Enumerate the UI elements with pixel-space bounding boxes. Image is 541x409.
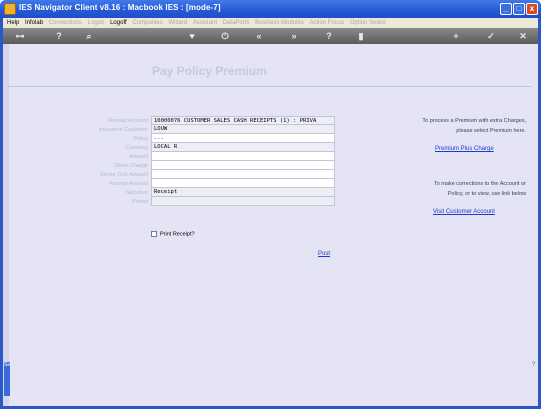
form-fields: 10000076 CUSTOMER SALES CASH RECEIPTS (1…: [151, 116, 335, 206]
menu-help[interactable]: Help: [7, 18, 19, 28]
premium-info-line-2: please select Premium here.: [456, 128, 526, 134]
application-window: IES Navigator Client v8.16 : Macbook IES…: [0, 0, 541, 409]
app-icon: [4, 3, 16, 15]
policy-field[interactable]: ...: [151, 134, 335, 143]
side-panel: [3, 44, 9, 406]
print-receipt-checkbox[interactable]: [151, 231, 157, 237]
close-window-button[interactable]: x: [526, 3, 538, 15]
label-receipt-account: Receipt Account: [108, 118, 148, 124]
content-area: [3, 44, 538, 406]
rewind-icon[interactable]: «: [253, 30, 265, 42]
other-charge-field[interactable]: [151, 161, 335, 170]
menu-connections: Connections: [48, 20, 83, 26]
menu-logon: Logon: [87, 20, 105, 26]
menu-option-select: Option Select: [349, 20, 386, 26]
power-icon[interactable]: ⏻: [219, 30, 231, 42]
menu-wizard: Wizard: [168, 20, 188, 26]
menu-logoff[interactable]: Logoff: [110, 18, 127, 28]
print-receipt-label: Print Receipt?: [160, 231, 195, 238]
receipt-account-field[interactable]: 10000076 CUSTOMER SALES CASH RECEIPTS (1…: [151, 116, 335, 125]
label-other-charge: Other Charge: [114, 163, 148, 169]
premium-plus-charge-link[interactable]: Premium Plus Charge: [435, 146, 494, 152]
menu-companies: Companies: [132, 20, 163, 26]
narrative-field[interactable]: Receipt: [151, 188, 335, 197]
label-policy: Policy: [133, 136, 148, 142]
menu-business-modules: Business Modules: [255, 20, 304, 26]
label-currency: Currency: [125, 145, 148, 151]
menu-assistant: Assistant: [192, 20, 218, 26]
insurance-customer-field[interactable]: LOUW: [151, 125, 335, 134]
field-labels: Receipt Account Insurance Customer Polic…: [60, 117, 148, 207]
search-icon[interactable]: ⌕: [83, 30, 95, 42]
menu-dataports: DataPorts: [222, 20, 250, 26]
label-period: Period: [132, 199, 148, 205]
side-tab-right[interactable]: ?: [532, 362, 535, 368]
close-icon[interactable]: ✕: [517, 30, 529, 42]
divider: [8, 86, 532, 87]
forward-icon[interactable]: »: [288, 30, 300, 42]
add-icon[interactable]: +: [450, 30, 462, 42]
maximize-button[interactable]: □: [513, 3, 525, 15]
help-icon[interactable]: ?: [53, 30, 65, 42]
premium-info-line-1: To process a Premium with extra Charges,: [422, 118, 526, 124]
account-info-line-1: To make corrections to the Account or: [433, 181, 526, 187]
label-insurance-customer: Insurance Customer: [98, 127, 148, 133]
print-receipt-row: Print Receipt?: [151, 231, 195, 237]
menu-bar: Help Infolab Connections Logon Logoff Co…: [3, 18, 538, 28]
page-title: Pay Policy Premium: [152, 64, 267, 78]
account-info-line-2: Policy, or to view, use link below: [447, 191, 526, 197]
visit-customer-account-link[interactable]: Visit Customer Account: [433, 209, 495, 215]
toolbar: ⊶ ? ⌕ ♥ ⏻ « » ? ▮ + ✓ ✕: [3, 28, 538, 44]
account-info: To make corrections to the Account or Po…: [376, 179, 526, 199]
label-senior-amount: Senior Cntr Amount: [100, 172, 148, 178]
key-icon[interactable]: ⊶: [11, 30, 29, 42]
amount-field[interactable]: [151, 152, 335, 161]
window-title: IES Navigator Client v8.16 : Macbook IES…: [19, 3, 221, 12]
receipt-amount-field[interactable]: [151, 179, 335, 188]
menu-action-focus: Action Focus: [309, 20, 345, 26]
title-bar[interactable]: IES Navigator Client v8.16 : Macbook IES…: [0, 0, 541, 18]
heart-icon[interactable]: ♥: [186, 30, 198, 42]
label-amount: Amount: [129, 154, 148, 160]
check-icon[interactable]: ✓: [485, 30, 497, 42]
label-receipt-amount: Receipt Amount: [109, 181, 148, 187]
flag-icon[interactable]: ?: [323, 30, 335, 42]
senior-amount-field[interactable]: [151, 170, 335, 179]
label-narrative: Narrative: [125, 190, 148, 196]
stop-icon[interactable]: ▮: [355, 30, 367, 42]
currency-field[interactable]: LOCAL R: [151, 143, 335, 152]
premium-info: To process a Premium with extra Charges,…: [376, 116, 526, 136]
post-link[interactable]: Post: [318, 251, 330, 257]
minimize-button[interactable]: _: [500, 3, 512, 15]
period-field[interactable]: [151, 197, 335, 206]
menu-infolab[interactable]: Infolab: [25, 18, 43, 28]
side-tab[interactable]: Sel: [4, 362, 11, 396]
